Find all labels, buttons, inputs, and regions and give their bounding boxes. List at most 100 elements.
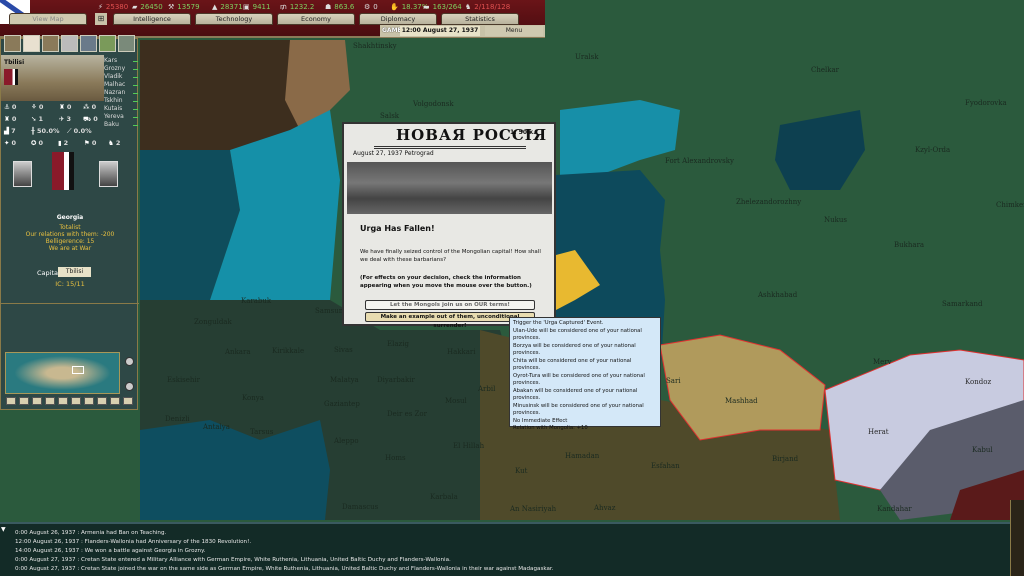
tab-statistics[interactable]: Statistics xyxy=(441,13,519,25)
tooltip-line: Ulan-Ude will be considered one of your … xyxy=(513,327,642,342)
tooltip-line: Oyrot-Tura will be considered one of you… xyxy=(513,372,645,387)
transports-value: 0 xyxy=(373,3,378,11)
message-log[interactable]: ▼ 0:00 August 26, 1937 : Armenia had Ban… xyxy=(0,522,1010,576)
map-mode-diplomacy-icon[interactable] xyxy=(118,35,135,52)
log-entry[interactable]: 0:00 August 27, 1937 : Cretan State ente… xyxy=(15,557,451,563)
map-label: Karabuk xyxy=(241,297,272,305)
map-mode-weather-icon[interactable] xyxy=(99,35,116,52)
province-name: Tbilisi xyxy=(4,59,25,66)
province-list-item[interactable]: Yereva xyxy=(104,113,139,121)
map-label: Malatya xyxy=(330,376,359,384)
supplies-icon: ▣ xyxy=(243,3,250,11)
map-label: Deir es Zor xyxy=(387,410,427,418)
filter-supply-icon[interactable] xyxy=(45,397,55,405)
tooltip-line: Minusinsk will be considered one of your… xyxy=(513,402,644,417)
stat-value: 7 xyxy=(11,127,16,135)
tab-economy[interactable]: Economy xyxy=(277,13,355,25)
map-label: Aleppo xyxy=(334,437,359,445)
stat-value: 0 xyxy=(66,103,72,111)
collapse-log-icon[interactable]: ▼ xyxy=(1,526,6,533)
divisions-icon: ♞ xyxy=(465,3,472,11)
divisions-resource: ♞ 2/118/128 xyxy=(465,3,510,11)
map-mode-air-icon[interactable] xyxy=(61,35,78,52)
tab-diplomacy[interactable]: Diplomacy xyxy=(359,13,437,25)
province-list: Kars Grozny Vladik Malhac Nazran Tskhin … xyxy=(104,57,139,129)
stat-value: 3 xyxy=(66,115,72,123)
province-list-item[interactable]: Tskhin xyxy=(104,97,139,105)
grid-icon[interactable]: ⊞ xyxy=(95,13,107,25)
log-entry[interactable]: 12:00 August 26, 1937 : Flanders-Walloni… xyxy=(15,539,251,545)
map-label: Samarkand xyxy=(942,300,983,308)
map-label: Uralsk xyxy=(575,53,599,61)
map-mode-naval-icon[interactable] xyxy=(80,35,97,52)
masthead-rule xyxy=(374,146,526,149)
transports-icon: ⚙ xyxy=(364,3,371,11)
log-entry[interactable]: 0:00 August 27, 1937 : Cretan State join… xyxy=(15,566,554,572)
filter-rail-icon[interactable] xyxy=(71,397,81,405)
stat-value: 0 xyxy=(91,103,97,111)
filter-air-icon[interactable] xyxy=(97,397,107,405)
head-of-state-portrait[interactable] xyxy=(13,161,32,187)
menu-button[interactable]: Menu xyxy=(485,26,543,36)
dissent-icon: ✋ xyxy=(390,3,399,11)
head-of-government-portrait[interactable] xyxy=(99,161,118,187)
filter-resource-icon[interactable] xyxy=(32,397,42,405)
divisions-value: 2/118/128 xyxy=(474,3,511,11)
map-label: Hakkari xyxy=(447,348,476,356)
stat-value: 0 xyxy=(11,139,17,147)
map-mode-political-icon[interactable] xyxy=(23,35,40,52)
province-list-item[interactable]: Baku xyxy=(104,121,139,129)
province-list-item[interactable]: Vladik xyxy=(104,73,139,81)
zoom-out-icon[interactable] xyxy=(125,382,134,391)
map-label: Chelkar xyxy=(811,66,840,74)
country-relations: Our relations with them: -200 xyxy=(25,231,115,238)
capital-button[interactable]: Tbilisi xyxy=(58,267,91,277)
divider xyxy=(1,303,139,304)
tooltip-line: Abakan will be considered one of your na… xyxy=(513,387,638,402)
industrial-capacity: IC: 15/11 xyxy=(55,280,85,288)
log-entry[interactable]: 0:00 August 26, 1937 : Armenia had Ban o… xyxy=(15,530,166,536)
filter-army-icon[interactable] xyxy=(84,397,94,405)
tab-intelligence[interactable]: Intelligence xyxy=(113,13,191,25)
minimap-viewport[interactable] xyxy=(72,366,84,374)
province-list-item[interactable]: Grozny xyxy=(104,65,139,73)
map-mode-supply-icon[interactable] xyxy=(42,35,59,52)
filter-navy-icon[interactable] xyxy=(110,397,120,405)
stat-value: 1 xyxy=(38,115,44,123)
province-list-item[interactable]: Kutais xyxy=(104,105,139,113)
map-label: Damascus xyxy=(342,503,379,511)
filter-money-icon[interactable] xyxy=(58,397,68,405)
map-label: Nukus xyxy=(824,216,847,224)
tab-view-map[interactable]: View Map xyxy=(9,13,87,25)
game-date[interactable]: 12:00 August 27, 1937 xyxy=(400,26,480,36)
map-label: Antalya xyxy=(203,423,230,431)
province-list-item[interactable]: Nazran xyxy=(104,89,139,97)
money-icon: ₥ xyxy=(280,3,287,11)
tab-technology[interactable]: Technology xyxy=(195,13,273,25)
map-label: Denizli xyxy=(165,415,190,423)
province-list-item[interactable]: Malhac xyxy=(104,81,139,89)
zoom-in-icon[interactable] xyxy=(125,357,134,366)
map-label: Herat xyxy=(868,428,889,436)
province-stat: ⚘ 0 xyxy=(31,103,44,111)
event-option-join-button[interactable]: Let the Mongols join us on OUR terms! xyxy=(365,300,535,310)
map-label: Fyodorovka xyxy=(965,99,1007,107)
log-entry[interactable]: 14:00 August 26, 1937 : We won a battle … xyxy=(15,548,205,554)
metal-icon: ▰ xyxy=(132,3,138,11)
minimap[interactable] xyxy=(5,352,120,394)
map-mode-terrain-icon[interactable] xyxy=(4,35,21,52)
filter-flag-icon[interactable] xyxy=(19,397,29,405)
event-dialog: НОВАЯ РОССIЯ 1: 50 к. August 27, 1937 Pe… xyxy=(342,122,556,329)
filter-settings-icon[interactable] xyxy=(123,397,133,405)
filter-industry-icon[interactable] xyxy=(6,397,16,405)
province-stat: ⟋ 0.0% xyxy=(67,127,92,135)
map-label: Bukhara xyxy=(894,241,925,249)
stat-value: 0 xyxy=(93,115,98,123)
province-list-item[interactable]: Kars xyxy=(104,57,139,65)
region-mediterranean[interactable] xyxy=(140,420,330,520)
event-dateline: August 27, 1937 Petrograd xyxy=(353,150,434,157)
country-flag[interactable] xyxy=(52,152,74,190)
log-scrollbar[interactable] xyxy=(1010,500,1024,576)
rare-materials-resource: ⚒ 13579 xyxy=(168,3,200,11)
map-label: Ahvaz xyxy=(594,504,616,512)
